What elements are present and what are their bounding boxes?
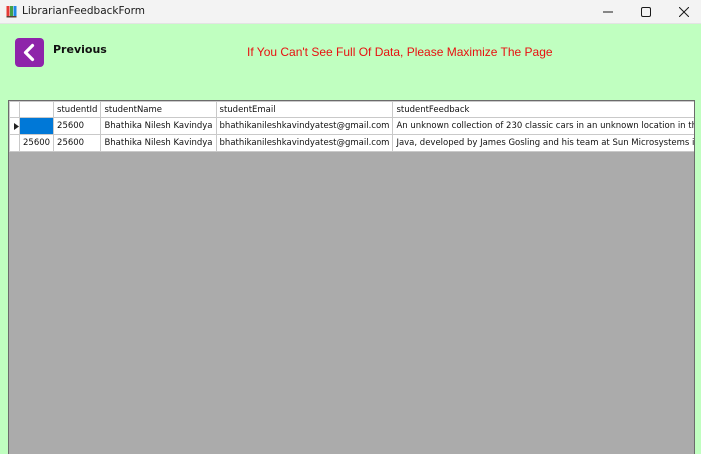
current-row-arrow-icon [14,122,19,130]
close-icon [679,7,689,17]
table-cell-student-id[interactable]: 25600 [53,134,102,152]
table-cell-student-feedback[interactable]: An unknown collection of 230 classic car… [392,117,694,135]
column-header-student-email[interactable]: studentEmail [215,101,394,118]
table-cell-selected[interactable] [18,117,55,135]
table-cell-student-id[interactable]: 25600 [53,117,102,135]
corner-header-cell[interactable] [9,101,20,118]
feedback-data-grid[interactable]: studentId studentName studentEmail stude… [8,100,695,454]
maximize-notice: If You Can't See Full Of Data, Please Ma… [247,45,553,59]
row-header[interactable] [9,134,20,152]
maximize-icon [641,7,651,17]
maximize-button[interactable] [625,0,667,24]
table-cell-student-email[interactable]: bhathikanileshkavindyatest@gmail.com [215,117,394,135]
previous-label[interactable]: Previous [53,43,107,56]
feedback-table: studentId studentName studentEmail stude… [9,101,694,152]
close-button[interactable] [663,0,701,24]
back-button[interactable] [15,38,44,67]
app-icon [6,6,17,18]
table-cell-student-name[interactable]: Bhathika Nilesh Kavindya [100,117,217,135]
table-cell-student-feedback[interactable]: Java, developed by James Gosling and his… [392,134,694,152]
table-cell-student-name[interactable]: Bhathika Nilesh Kavindya [100,134,217,152]
table-row[interactable]: 25600 Bhathika Nilesh Kavindya bhathikan… [9,117,694,135]
row-header[interactable] [9,117,20,135]
table-cell-unnamed[interactable]: 25600 [18,134,55,152]
column-header-unnamed[interactable] [18,101,55,118]
minimize-icon [603,11,613,13]
minimize-button[interactable] [587,0,629,24]
title-bar: LibrarianFeedbackForm [0,0,701,24]
chevron-left-icon [23,43,35,62]
table-row[interactable]: 25600 25600 Bhathika Nilesh Kavindya bha… [9,134,694,152]
window-title: LibrarianFeedbackForm [22,5,145,17]
header-row: studentId studentName studentEmail stude… [9,101,694,118]
column-header-student-feedback[interactable]: studentFeedback [392,101,694,118]
column-header-student-id[interactable]: studentId [53,101,102,118]
column-header-student-name[interactable]: studentName [100,101,217,118]
table-cell-student-email[interactable]: bhathikanileshkavindyatest@gmail.com [215,134,394,152]
